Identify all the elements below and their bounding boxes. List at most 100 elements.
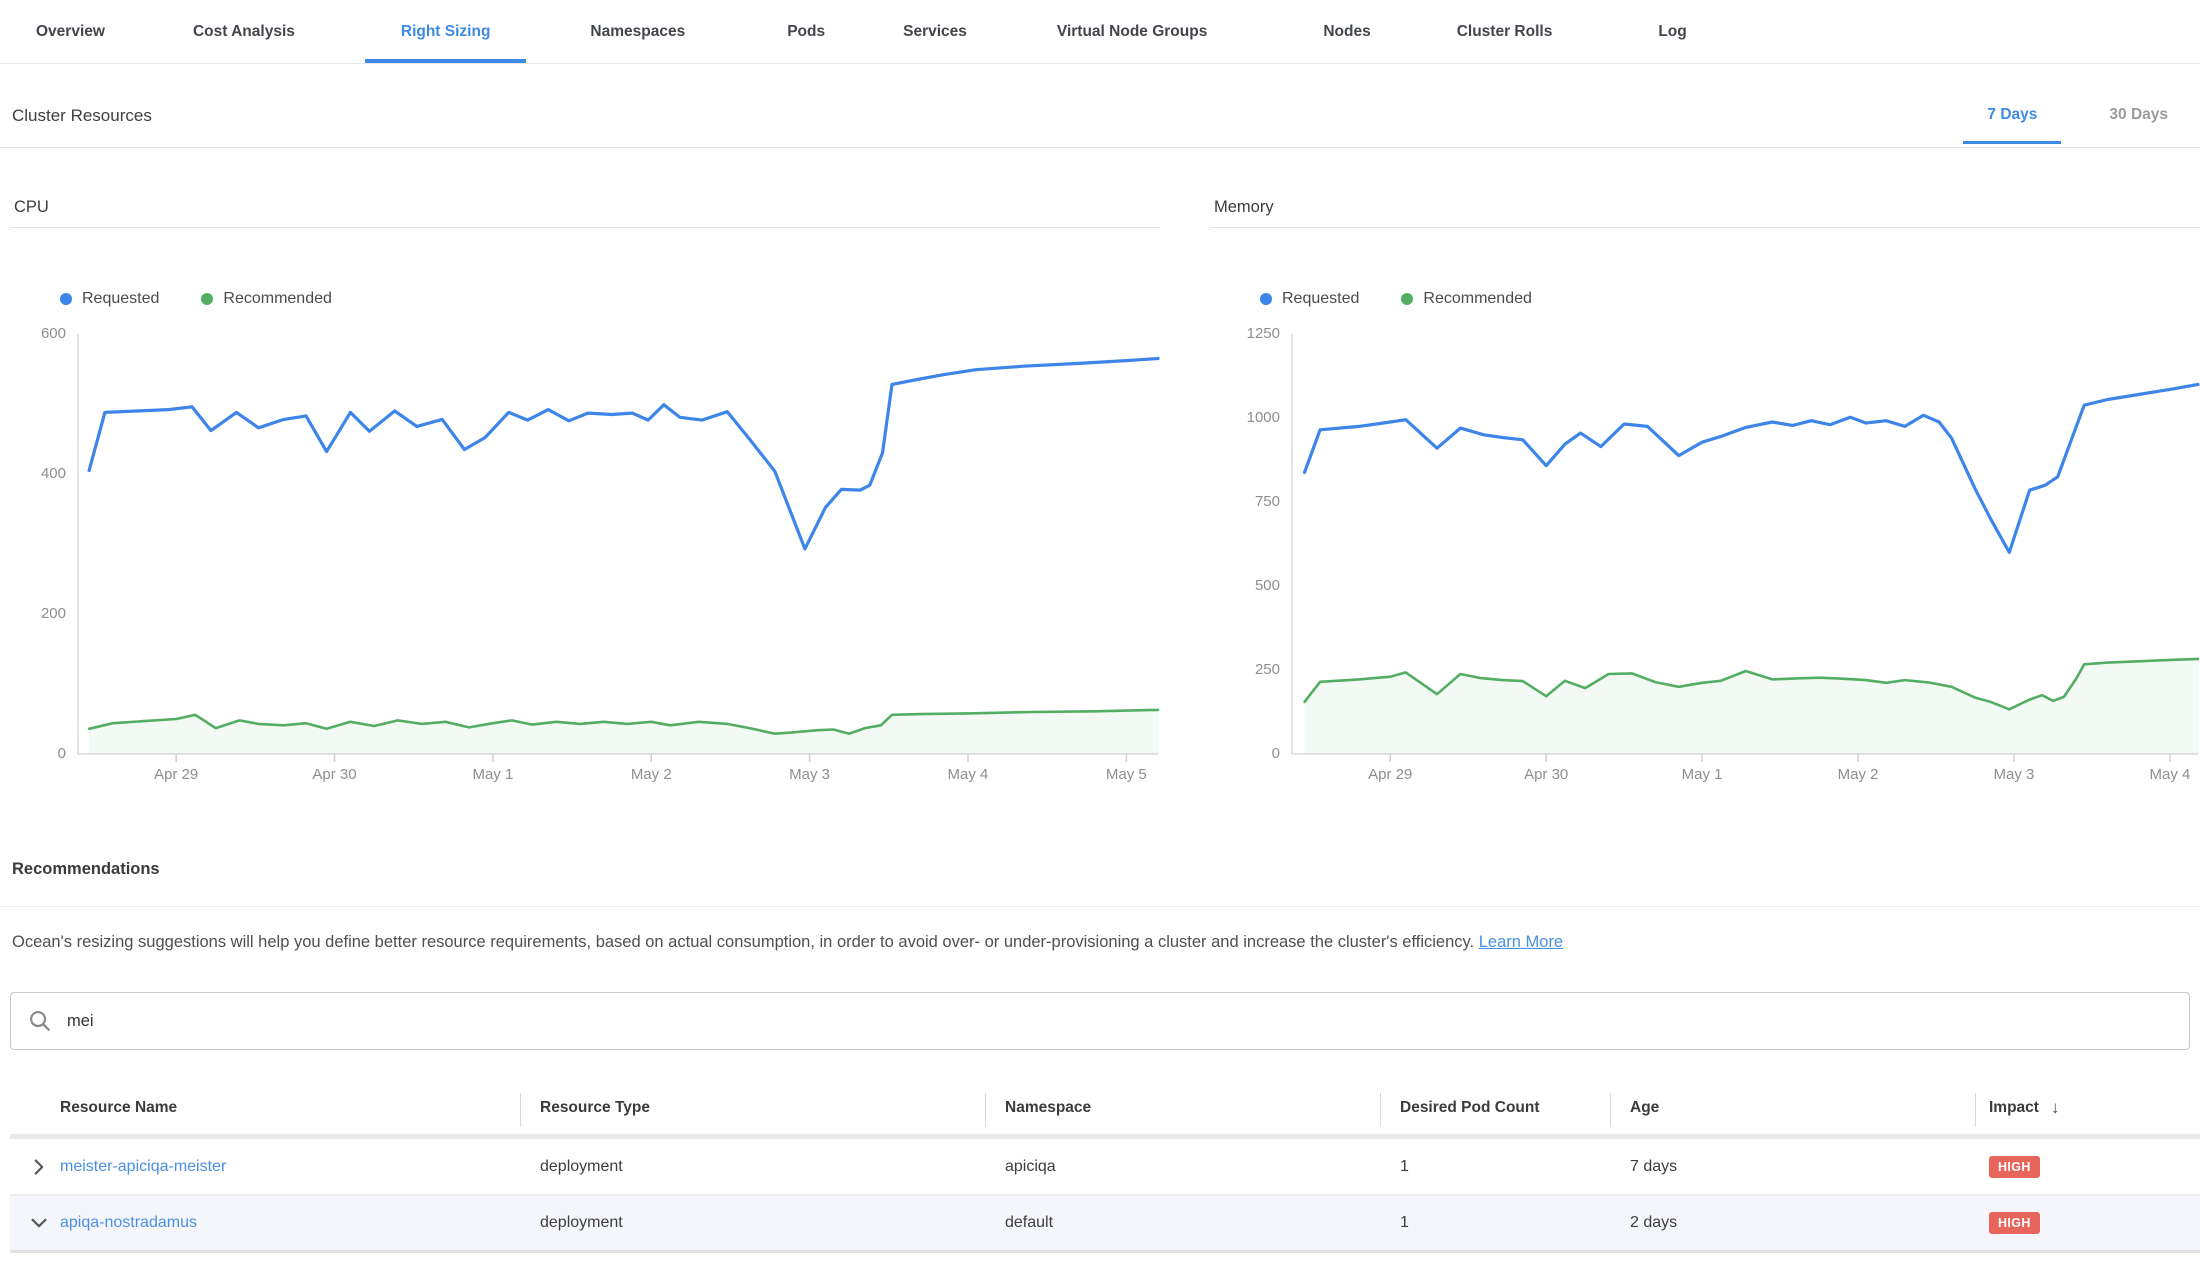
tab-services[interactable]: Services: [867, 0, 1003, 63]
memory-chart-title: Memory: [1214, 198, 1274, 217]
divider: [10, 227, 1160, 228]
x-tick-label: May 3: [1969, 766, 2059, 783]
y-tick-label: 500: [1214, 577, 1280, 594]
y-tick-label: 250: [1214, 661, 1280, 678]
tab-pods[interactable]: Pods: [751, 0, 861, 63]
x-tick-label: Apr 30: [290, 766, 380, 783]
y-tick-label: 200: [14, 605, 66, 622]
column-header-age[interactable]: Age: [1610, 1082, 1975, 1134]
column-header-label: Impact: [1989, 1099, 2039, 1117]
x-tick-label: May 2: [606, 766, 696, 783]
column-header-label: Resource Name: [60, 1099, 177, 1117]
x-tick-label: Apr 29: [1345, 766, 1435, 783]
chevron-down-icon[interactable]: [28, 1212, 50, 1234]
cpu-legend: Requested Recommended: [60, 290, 332, 308]
header-divider: [0, 147, 2200, 148]
y-tick-label: 600: [14, 325, 66, 342]
resource-name-cell: apiqa-nostradamus: [10, 1196, 520, 1250]
legend-dot-requested: [1260, 293, 1272, 305]
legend-dot-requested: [60, 293, 72, 305]
desired-pod-count-cell: 1: [1380, 1196, 1610, 1250]
chevron-right-icon[interactable]: [28, 1156, 50, 1178]
tab-overview[interactable]: Overview: [0, 0, 141, 63]
column-header-label: Resource Type: [540, 1099, 650, 1117]
search-input[interactable]: [67, 1012, 2173, 1031]
x-tick-label: May 1: [1657, 766, 1747, 783]
search-icon: [27, 1008, 53, 1034]
resource-name-link[interactable]: meister-apiciqa-meister: [60, 1158, 226, 1176]
impact-cell: HIGH: [1975, 1139, 2200, 1194]
column-header-desired-pod-count[interactable]: Desired Pod Count: [1380, 1082, 1610, 1134]
x-tick-label: May 1: [448, 766, 538, 783]
memory-plot-area: Apr 29 Apr 30 May 1 May 2 May 3 May 4 0 250 500 7…: [1210, 320, 2200, 790]
arrow-down-icon[interactable]: ↓: [2051, 1098, 2060, 1118]
column-header-resource-type[interactable]: Resource Type: [520, 1082, 985, 1134]
memory-legend: Requested Recommended: [1260, 290, 1532, 308]
resource-name-cell: meister-apiciqa-meister: [10, 1139, 520, 1194]
legend-item-recommended[interactable]: Recommended: [1401, 290, 1532, 308]
learn-more-link[interactable]: Learn More: [1479, 933, 1563, 951]
age-cell: 2 days: [1610, 1196, 1975, 1250]
column-header-namespace[interactable]: Namespace: [985, 1082, 1380, 1134]
column-header-label: Desired Pod Count: [1400, 1099, 1540, 1117]
column-header-label: Age: [1630, 1099, 1659, 1117]
tab-virtual-node-groups[interactable]: Virtual Node Groups: [1021, 0, 1243, 63]
memory-chart: Memory Requested Recommended Apr 29 Apr 30…: [1210, 190, 2200, 802]
impact-badge: HIGH: [1989, 1212, 2040, 1234]
legend-label: Recommended: [223, 290, 332, 308]
age-cell: 7 days: [1610, 1139, 1975, 1194]
namespace-cell: apiciqa: [985, 1139, 1380, 1194]
tab-namespaces[interactable]: Namespaces: [554, 0, 721, 63]
y-tick-label: 0: [14, 745, 66, 762]
resource-type-cell: deployment: [520, 1139, 985, 1194]
resource-type-cell: deployment: [520, 1196, 985, 1250]
x-tick-label: Apr 29: [131, 766, 221, 783]
legend-label: Requested: [82, 290, 159, 308]
legend-item-recommended[interactable]: Recommended: [201, 290, 332, 308]
resource-name-link[interactable]: apiqa-nostradamus: [60, 1214, 197, 1232]
column-header-label: Namespace: [1005, 1099, 1091, 1117]
divider: [1210, 227, 2200, 228]
desired-pod-count-cell: 1: [1380, 1139, 1610, 1194]
legend-label: Recommended: [1423, 290, 1532, 308]
divider: [0, 906, 2200, 907]
x-tick-label: May 5: [1081, 766, 1171, 783]
x-tick-label: May 4: [923, 766, 1013, 783]
y-tick-label: 1250: [1214, 325, 1280, 342]
range-tab-7-days[interactable]: 7 Days: [1963, 100, 2061, 144]
legend-item-requested[interactable]: Requested: [60, 290, 159, 308]
table-header-row: Resource Name Resource Type Namespace Desir…: [10, 1082, 2200, 1139]
search-box[interactable]: [10, 992, 2190, 1050]
tab-cost-analysis[interactable]: Cost Analysis: [157, 0, 331, 63]
range-tab-30-days[interactable]: 30 Days: [2085, 100, 2192, 144]
cpu-requested-line: [89, 359, 1158, 549]
cpu-plot-svg: [10, 320, 1160, 790]
column-header-resource-name[interactable]: Resource Name: [10, 1082, 520, 1134]
y-tick-label: 750: [1214, 493, 1280, 510]
x-tick-label: Apr 30: [1501, 766, 1591, 783]
y-tick-label: 0: [1214, 745, 1280, 762]
legend-dot-recommended: [1401, 293, 1413, 305]
range-tabs: 7 Days 30 Days: [1963, 100, 2192, 144]
legend-label: Requested: [1282, 290, 1359, 308]
table-row[interactable]: meister-apiciqa-meister deploymentapiciqa…: [10, 1139, 2200, 1196]
column-header-impact[interactable]: Impact ↓: [1975, 1082, 2200, 1134]
description-text: Ocean's resizing suggestions will help y…: [12, 933, 1474, 951]
tab-log[interactable]: Log: [1622, 0, 1722, 63]
cpu-chart: CPU Requested Recommended Apr 29 Apr 30 May…: [10, 190, 1160, 802]
recommendations-title: Recommendations: [12, 860, 160, 879]
tab-right-sizing[interactable]: Right Sizing: [365, 0, 527, 63]
cpu-chart-title: CPU: [14, 198, 49, 217]
legend-item-requested[interactable]: Requested: [1260, 290, 1359, 308]
tab-cluster-rolls[interactable]: Cluster Rolls: [1421, 0, 1589, 63]
x-tick-label: May 4: [2125, 766, 2200, 783]
impact-badge: HIGH: [1989, 1156, 2040, 1178]
tab-nodes[interactable]: Nodes: [1287, 0, 1406, 63]
x-tick-label: May 2: [1813, 766, 1903, 783]
y-tick-label: 400: [14, 465, 66, 482]
table-row[interactable]: apiqa-nostradamus deploymentdefault12 day…: [10, 1196, 2200, 1253]
table-body: meister-apiciqa-meister deploymentapiciqa…: [10, 1139, 2200, 1253]
memory-requested-line: [1305, 384, 2199, 552]
recommendations-table: Resource Name Resource Type Namespace Desir…: [10, 1082, 2200, 1253]
namespace-cell: default: [985, 1196, 1380, 1250]
